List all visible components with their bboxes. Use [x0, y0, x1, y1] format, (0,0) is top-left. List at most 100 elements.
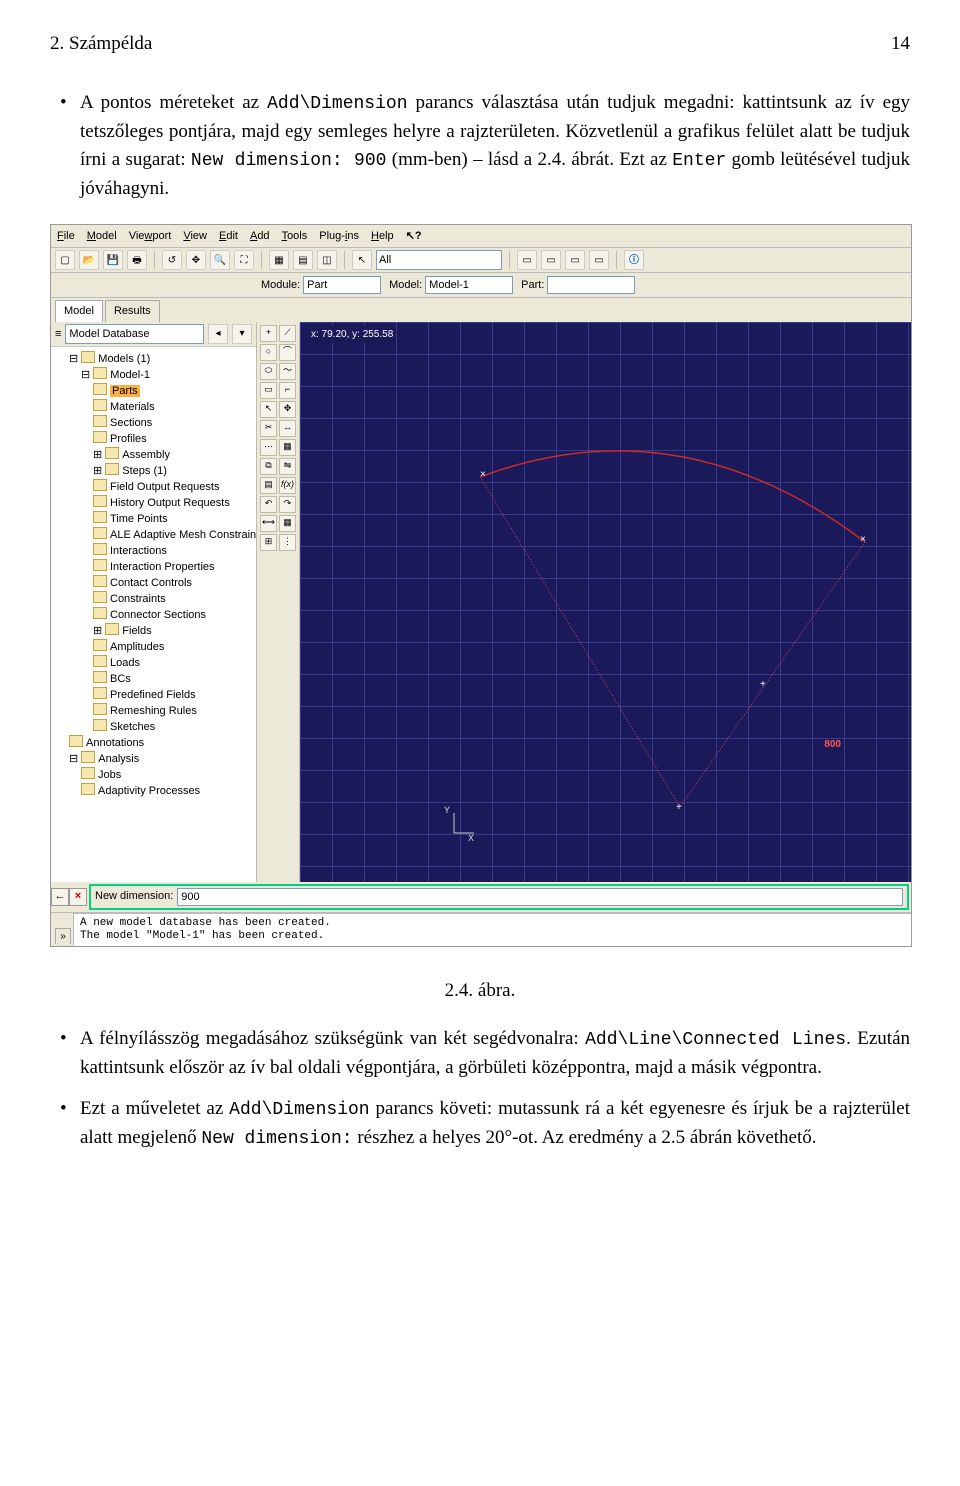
tab-results[interactable]: Results: [105, 300, 160, 322]
tree-node[interactable]: ⊟ Analysis: [57, 751, 254, 767]
tree-node[interactable]: ⊟ Model-1: [57, 367, 254, 383]
rect-tool-icon[interactable]: ▭: [260, 382, 277, 399]
arc-tool-icon[interactable]: ⌒: [279, 344, 296, 361]
back-button-icon[interactable]: ←: [51, 888, 69, 906]
tree-node[interactable]: Sketches: [57, 719, 254, 735]
tree-node[interactable]: Jobs: [57, 767, 254, 783]
tree-node[interactable]: Interaction Properties: [57, 559, 254, 575]
pan-icon[interactable]: ✥: [186, 250, 206, 270]
ellipse-tool-icon[interactable]: ⬭: [260, 363, 277, 380]
tree-node[interactable]: Adaptivity Processes: [57, 783, 254, 799]
model-select[interactable]: [425, 276, 513, 294]
folder-icon: [81, 767, 95, 779]
copy-tool-icon[interactable]: ⧉: [260, 458, 277, 475]
new-file-icon[interactable]: ▢: [55, 250, 75, 270]
tool-a-icon[interactable]: ▭: [517, 250, 537, 270]
tool-b-icon[interactable]: ▭: [541, 250, 561, 270]
select-tool-icon[interactable]: ↖: [260, 401, 277, 418]
tree-node[interactable]: Contact Controls: [57, 575, 254, 591]
tree-node[interactable]: History Output Requests: [57, 495, 254, 511]
mirror-tool-icon[interactable]: ⇋: [279, 458, 296, 475]
tree-node[interactable]: ⊟ Models (1): [57, 351, 254, 367]
menu-add[interactable]: Add: [250, 228, 270, 245]
tree-node[interactable]: Parts: [57, 383, 254, 399]
tree-node[interactable]: Remeshing Rules: [57, 703, 254, 719]
menubar: File Model Viewport View Edit Add Tools …: [51, 225, 911, 249]
grid-icon[interactable]: ▦: [269, 250, 289, 270]
display-group-dropdown[interactable]: [376, 250, 502, 270]
tree-node[interactable]: Time Points: [57, 511, 254, 527]
point-tool-icon[interactable]: +: [260, 325, 277, 342]
tree-node[interactable]: Annotations: [57, 735, 254, 751]
zoom-icon[interactable]: 🔍: [210, 250, 230, 270]
dots-tool-icon[interactable]: ⋯: [260, 439, 277, 456]
tree-node[interactable]: Amplitudes: [57, 639, 254, 655]
menu-viewport[interactable]: Viewport: [129, 228, 172, 245]
options-tool-icon[interactable]: ⋮: [279, 534, 296, 551]
move-tool-icon[interactable]: ✥: [279, 401, 296, 418]
tree-node[interactable]: Field Output Requests: [57, 479, 254, 495]
menu-file[interactable]: File: [57, 228, 75, 245]
table-tool-icon[interactable]: ▦: [279, 515, 296, 532]
menu-model[interactable]: Model: [87, 228, 117, 245]
tree-collapse-icon[interactable]: ◂: [208, 324, 228, 344]
redo-tool-icon[interactable]: ↷: [279, 496, 296, 513]
menu-view[interactable]: View: [183, 228, 207, 245]
tree-node[interactable]: ALE Adaptive Mesh Constraints: [57, 527, 254, 543]
tree-node[interactable]: Connector Sections: [57, 607, 254, 623]
main-toolbar: ▢ 📂 💾 🖶 ↺ ✥ 🔍 ⛶ ▦ ▤ ◫ ↖ ▭ ▭ ▭ ▭ ⓘ: [51, 248, 911, 273]
view-icon[interactable]: ▤: [293, 250, 313, 270]
fit-icon[interactable]: ⛶: [234, 250, 254, 270]
module-select[interactable]: [303, 276, 381, 294]
tool-c-icon[interactable]: ▭: [565, 250, 585, 270]
rotate-icon[interactable]: ↺: [162, 250, 182, 270]
grid-tool-icon[interactable]: ▦: [279, 439, 296, 456]
cancel-button-icon[interactable]: ×: [69, 888, 87, 906]
menu-help[interactable]: Help: [371, 228, 394, 245]
tree-node[interactable]: Profiles: [57, 431, 254, 447]
tool-d-icon[interactable]: ▭: [589, 250, 609, 270]
tree-node[interactable]: Sections: [57, 415, 254, 431]
tree-node[interactable]: Predefined Fields: [57, 687, 254, 703]
print-icon[interactable]: 🖶: [127, 250, 147, 270]
save-icon[interactable]: 💾: [103, 250, 123, 270]
tree-node[interactable]: BCs: [57, 671, 254, 687]
menu-plugins[interactable]: Plug-ins: [319, 228, 359, 245]
trim-tool-icon[interactable]: ✂: [260, 420, 277, 437]
undo-tool-icon[interactable]: ↶: [260, 496, 277, 513]
tree-node[interactable]: Constraints: [57, 591, 254, 607]
line-tool-icon[interactable]: ⟋: [279, 325, 296, 342]
persp-icon[interactable]: ◫: [317, 250, 337, 270]
tree-node[interactable]: ⊞ Assembly: [57, 447, 254, 463]
fillet-tool-icon[interactable]: ⌐: [279, 382, 296, 399]
tree-node[interactable]: Loads: [57, 655, 254, 671]
tree-selector[interactable]: Model Database: [65, 324, 204, 345]
help-cursor-icon[interactable]: ↖?: [406, 228, 422, 245]
sketch-viewport[interactable]: x: 79.20, y: 255.58 × × + + 800 Y X: [300, 322, 911, 882]
dim-tool-icon[interactable]: ⟷: [260, 515, 277, 532]
tree-tabs: Model Results: [51, 298, 256, 322]
menu-tools[interactable]: Tools: [282, 228, 308, 245]
body-list-2: A félnyílásszög megadásához szükségünk v…: [50, 1025, 910, 1153]
tree-node[interactable]: ⊞ Fields: [57, 623, 254, 639]
menu-edit[interactable]: Edit: [219, 228, 238, 245]
tree-node[interactable]: Interactions: [57, 543, 254, 559]
new-dimension-input[interactable]: [177, 888, 903, 906]
model-tree[interactable]: ⊟ Models (1)⊟ Model-1PartsMaterialsSecti…: [51, 347, 256, 803]
open-file-icon[interactable]: 📂: [79, 250, 99, 270]
info-icon[interactable]: ⓘ: [624, 250, 644, 270]
console-tab-icon[interactable]: »: [55, 928, 71, 944]
fx-tool-icon[interactable]: f(x): [279, 477, 296, 494]
spline-tool-icon[interactable]: ～: [279, 363, 296, 380]
circle-tool-icon[interactable]: ○: [260, 344, 277, 361]
tree-node[interactable]: Materials: [57, 399, 254, 415]
tree-node[interactable]: ⊞ Steps (1): [57, 463, 254, 479]
array-tool-icon[interactable]: ▤: [260, 477, 277, 494]
part-select[interactable]: [547, 276, 635, 294]
tree-filter-icon[interactable]: ▾: [232, 324, 252, 344]
tab-model[interactable]: Model: [55, 300, 103, 322]
folder-icon: [93, 399, 107, 411]
constraint-tool-icon[interactable]: ⊞: [260, 534, 277, 551]
cursor-icon[interactable]: ↖: [352, 250, 372, 270]
extend-tool-icon[interactable]: ↔: [279, 420, 296, 437]
